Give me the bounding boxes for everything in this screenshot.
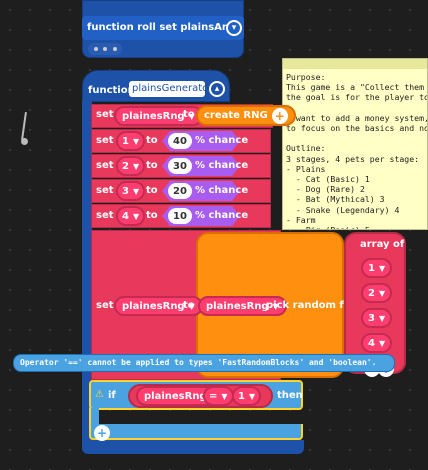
array-item-value: 4 <box>368 337 375 349</box>
chevron-up-icon[interactable]: ▴ <box>209 81 225 97</box>
operator-label: = <box>209 390 218 402</box>
create-rng-block[interactable]: create RNG + <box>196 105 296 126</box>
chevron-down-icon: ▼ <box>132 136 140 146</box>
key-dropdown[interactable]: 3 ▼ <box>116 181 146 201</box>
var-label: plainesRng <box>206 300 269 312</box>
chevron-down-icon: ▼ <box>221 391 228 401</box>
key-dropdown[interactable]: 1 ▼ <box>116 131 146 151</box>
set-keyword: set <box>96 300 114 311</box>
chevron-down-icon[interactable]: ▾ <box>226 20 242 36</box>
to-keyword: to <box>183 109 195 120</box>
chevron-down-icon: ▼ <box>132 211 140 221</box>
plus-icon[interactable]: + <box>271 107 288 124</box>
chance-value: 30 <box>173 160 187 172</box>
chevron-down-icon: ▼ <box>132 161 140 171</box>
array-of-label: array of <box>360 239 405 250</box>
function-roll-ellipsis[interactable] <box>88 43 122 55</box>
to-keyword: to <box>146 160 158 171</box>
to-keyword: to <box>146 185 158 196</box>
to-keyword: to <box>183 300 195 311</box>
function-name-value: plainsGenerator <box>132 83 213 94</box>
chance-label: % chance <box>195 210 249 221</box>
set-keyword: set <box>96 210 114 221</box>
array-item-dropdown[interactable]: 4 ▼ <box>361 333 393 353</box>
warning-icon[interactable]: ⚠ <box>95 389 104 400</box>
chevron-down-icon: ▼ <box>378 338 386 348</box>
chance-label: % chance <box>195 135 249 146</box>
chance-value: 10 <box>173 210 187 222</box>
key-label: 2 <box>122 160 129 172</box>
array-item-value: 3 <box>368 312 375 324</box>
chevron-down-icon: ▼ <box>132 186 140 196</box>
if-keyword: if <box>108 390 116 401</box>
plus-icon[interactable]: + <box>94 425 110 441</box>
chance-value-input[interactable]: 10 <box>168 208 192 224</box>
then-keyword: then <box>277 390 303 401</box>
key-dropdown[interactable]: 4 ▼ <box>116 206 146 226</box>
to-keyword: to <box>146 135 158 146</box>
if-block-footer[interactable] <box>89 424 303 440</box>
function-body-bottom <box>82 440 304 454</box>
array-item-dropdown[interactable]: 1 ▼ <box>361 258 393 278</box>
key-label: 3 <box>122 185 129 197</box>
error-tooltip: Operator '==' cannot be applied to types… <box>13 354 395 372</box>
key-label: 4 <box>122 210 129 222</box>
set-keyword: set <box>96 135 114 146</box>
chance-value-input[interactable]: 20 <box>168 183 192 199</box>
array-item-value: 1 <box>368 262 375 274</box>
key-label: 1 <box>122 135 129 147</box>
array-item-dropdown[interactable]: 2 ▼ <box>361 283 393 303</box>
set-keyword: set <box>96 109 114 120</box>
comment-text[interactable]: Purpose: This game is a "Collect them al… <box>286 72 427 229</box>
chance-label: % chance <box>195 185 249 196</box>
chance-value: 20 <box>173 185 187 197</box>
create-rng-label: create RNG <box>204 110 268 121</box>
value-dropdown[interactable]: 1 ▼ <box>232 386 262 406</box>
error-message: Operator '==' cannot be applied to types… <box>20 358 377 367</box>
array-item-value: 2 <box>368 287 375 299</box>
chevron-down-icon: ▼ <box>378 263 386 273</box>
chance-value-input[interactable]: 40 <box>168 133 192 149</box>
to-keyword: to <box>146 210 158 221</box>
var-label: plainesRng <box>122 300 185 312</box>
key-dropdown[interactable]: 2 ▼ <box>116 156 146 176</box>
function-roll-header[interactable]: function roll set plainsAn... ▾ <box>82 16 244 40</box>
var-label: plainesRng <box>122 110 185 122</box>
chance-label: % chance <box>195 160 249 171</box>
chance-value: 40 <box>173 135 187 147</box>
scroll-handle[interactable] <box>21 111 28 146</box>
chevron-down-icon: ▼ <box>378 288 386 298</box>
set-keyword: set <box>96 160 114 171</box>
function-keyword: function <box>88 85 135 96</box>
array-item-dropdown[interactable]: 3 ▼ <box>361 308 393 328</box>
var-label: plainesRng <box>144 390 207 402</box>
operator-dropdown[interactable]: = ▼ <box>203 386 234 406</box>
function-roll-label: function roll set plainsAn... <box>87 22 241 33</box>
set-keyword: set <box>96 185 114 196</box>
chevron-down-icon: ▼ <box>378 313 386 323</box>
comment-drag-bar[interactable] <box>283 59 427 69</box>
chance-value-input[interactable]: 30 <box>168 158 192 174</box>
chevron-down-icon: ▼ <box>248 391 256 401</box>
value-label: 1 <box>238 390 245 402</box>
comment-note[interactable]: Purpose: This game is a "Collect them al… <box>282 58 428 230</box>
function-name-input[interactable]: plainsGenerator <box>129 81 212 97</box>
